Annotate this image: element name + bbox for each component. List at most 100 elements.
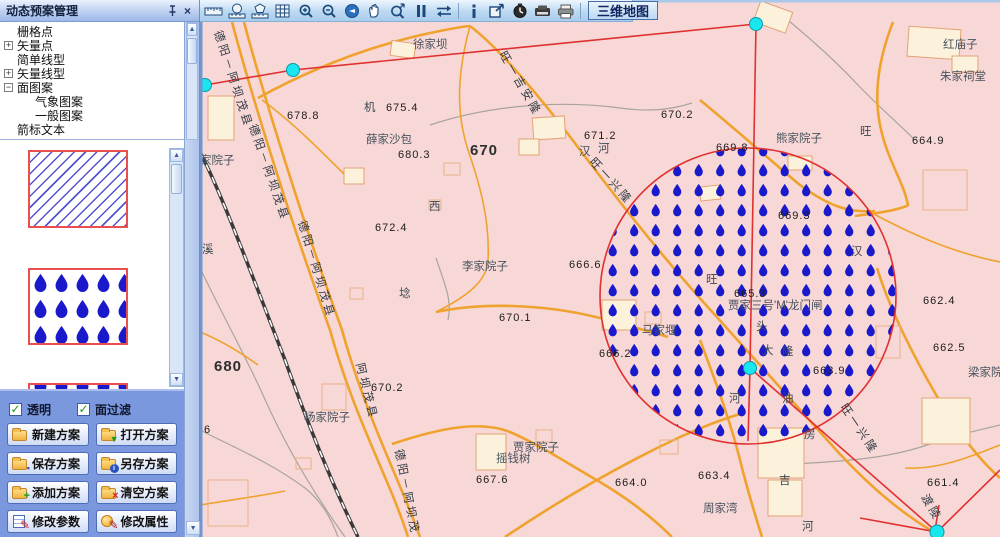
map-label: 溪 (202, 243, 214, 256)
map-label: 薛家沙包 (366, 132, 412, 146)
expand-icon[interactable]: + (4, 41, 13, 50)
edit-params-icon: ✎ (11, 514, 29, 529)
map-left-border (200, 0, 203, 537)
button-label: 打开方案 (121, 426, 169, 443)
checkbox-box[interactable]: ✓ (77, 403, 90, 416)
folder-saveas-icon: i (100, 456, 118, 471)
scrollbar-thumb[interactable] (187, 38, 197, 64)
previous-view-icon[interactable] (340, 1, 363, 20)
map-label: 663.4 (698, 470, 731, 482)
checkbox-面过滤[interactable]: ✓ 面过滤 (77, 401, 131, 418)
tree-item-面图案[interactable]: −面图案 (0, 80, 184, 94)
zoom-out-icon[interactable] (317, 1, 340, 20)
grid-icon[interactable] (271, 1, 294, 20)
map-label: 河 (598, 142, 610, 155)
measure-polygon-icon[interactable] (248, 1, 271, 20)
measure-area-icon[interactable] (225, 1, 248, 20)
map-label: 徐家坝 (413, 37, 448, 51)
map-label: 672.4 (375, 222, 408, 234)
map-label: 666.6 (569, 259, 602, 271)
folder-new-button[interactable]: 新建方案 (7, 423, 89, 446)
map-label: 旺 (860, 126, 872, 138)
map-label: 吉 (779, 474, 791, 487)
map-label: 汉 (579, 145, 591, 158)
info-icon[interactable] (462, 1, 485, 20)
map-label: 664.9 (912, 135, 945, 147)
edit-attrs-icon: ✎ (100, 514, 118, 529)
map-label: 家院子 (200, 153, 235, 167)
button-label: 保存方案 (32, 455, 80, 472)
button-label: 新建方案 (32, 426, 80, 443)
map-label: 664.0 (615, 477, 648, 489)
swap-refresh-icon[interactable] (432, 1, 455, 20)
scroll-down-icon[interactable]: ▼ (186, 521, 200, 535)
button-label: 清空方案 (121, 484, 169, 501)
folder-saveas-button[interactable]: i另存方案 (96, 452, 178, 475)
map-label: 669.3 (778, 210, 811, 222)
pin-icon[interactable] (165, 3, 180, 18)
pause-icon[interactable] (409, 1, 432, 20)
map-label: 贾家院子 (513, 440, 559, 454)
timer-icon[interactable] (508, 1, 531, 20)
snapshot-icon[interactable] (531, 1, 554, 20)
map-label: 熊家院子 (776, 131, 822, 145)
map-label: 河 (802, 520, 814, 533)
print-icon[interactable] (554, 1, 577, 20)
folder-clear-icon: × (100, 485, 118, 500)
zoom-in-icon[interactable] (294, 1, 317, 20)
export-icon[interactable] (485, 1, 508, 20)
toolbar-separator (458, 3, 459, 19)
map3d-button[interactable]: 三维地图 (588, 1, 658, 20)
tree-item-箭标文本[interactable]: 箭标文本 (0, 122, 184, 136)
folder-new-icon (11, 427, 29, 442)
panel-right-strip: ▲ ▼ (184, 22, 199, 537)
tree-scrollbar[interactable]: ▲ (186, 22, 198, 140)
preview-scrollbar[interactable]: ▲ ▼ (169, 148, 184, 387)
map-label: 头 (756, 320, 768, 333)
map-viewport[interactable]: 徐家坝红庙子朱家祠堂678.8机675.4薛家沙包680.3670671.266… (200, 0, 1000, 537)
scroll-up-icon[interactable]: ▲ (170, 149, 183, 162)
button-label: 修改属性 (121, 513, 169, 530)
edit-params-button[interactable]: ✎修改参数 (7, 510, 89, 533)
map-label: 西 (429, 201, 441, 213)
scrollbar-thumb[interactable] (171, 164, 182, 194)
plan-actions-panel: ✓透明✓面过滤 新建方案▼打开方案▪保存方案i另存方案+添加方案×清空方案✎修改… (0, 389, 184, 537)
folder-add-button[interactable]: +添加方案 (7, 481, 89, 504)
expand-icon[interactable]: + (4, 69, 13, 78)
raindrop-pattern-swatch[interactable] (28, 268, 128, 345)
map-label: 红庙子 (943, 37, 978, 51)
folder-add-icon: + (11, 485, 29, 500)
map-label: 隆 (782, 344, 794, 358)
close-icon[interactable]: × (180, 3, 195, 18)
map-label: 马家堰 (642, 323, 677, 337)
pan-hand-icon[interactable] (363, 1, 386, 20)
map-label: 机 (364, 100, 376, 114)
map-label: 670.2 (371, 382, 404, 394)
scroll-down-icon[interactable]: ▼ (170, 373, 183, 386)
measure-distance-icon[interactable] (202, 1, 225, 20)
map-label: 房 (804, 428, 816, 441)
zoom-window-icon[interactable] (386, 1, 409, 20)
hatch-pattern-swatch[interactable] (28, 150, 128, 228)
folder-save-button[interactable]: ▪保存方案 (7, 452, 89, 475)
folder-save-icon: ▪ (11, 456, 29, 471)
map-label: 贾家三号'M'龙门闸 (728, 298, 822, 312)
collapse-icon[interactable]: − (4, 83, 13, 92)
scroll-up-icon[interactable]: ▲ (187, 23, 197, 36)
tree-item-label: 箭标文本 (17, 121, 65, 138)
folder-open-button[interactable]: ▼打开方案 (96, 423, 178, 446)
checkbox-label: 面过滤 (95, 401, 131, 418)
map-label: 661.4 (927, 477, 960, 489)
partial-pattern-swatch[interactable] (28, 383, 128, 389)
folder-clear-button[interactable]: ×清空方案 (96, 481, 178, 504)
checkbox-box[interactable]: ✓ (9, 403, 22, 416)
map-label: 680.3 (398, 149, 431, 161)
edit-attrs-button[interactable]: ✎修改属性 (96, 510, 178, 533)
map-canvas[interactable]: 徐家坝红庙子朱家祠堂678.8机675.4薛家沙包680.3670671.266… (200, 0, 1000, 537)
map-label: 周家湾 (703, 501, 738, 515)
map-label: 河 (729, 392, 741, 405)
map-label: 670.1 (499, 312, 532, 324)
tree-item-气象图案[interactable]: 气象图案 (0, 94, 184, 108)
checkbox-透明[interactable]: ✓透明 (9, 401, 51, 418)
map-label: 汉 (851, 245, 863, 258)
